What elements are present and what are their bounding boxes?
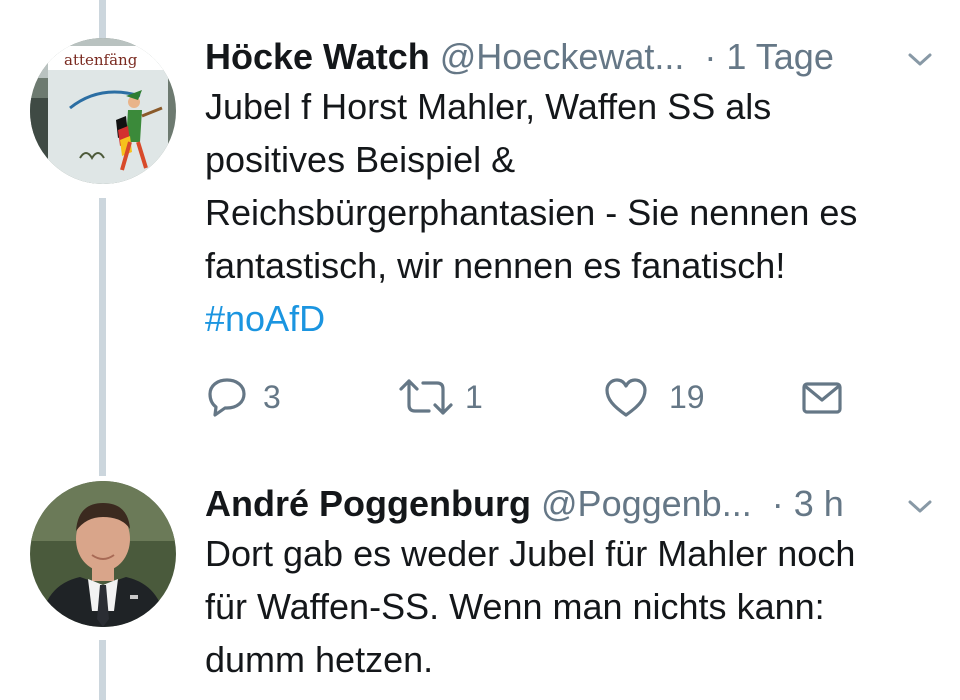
tweet-text: Dort gab es weder Jubel für Mahler noch … (205, 527, 945, 686)
user-handle[interactable]: @Hoeckewat... (440, 36, 685, 77)
tweet-text-line: Dort gab es weder Jubel für Mahler noch (205, 533, 856, 574)
hashtag-link[interactable]: #noAfD (205, 298, 325, 339)
tweet-text-line: Jubel f Horst Mahler, Waffen SS als (205, 86, 772, 127)
avatar-portrait-photo-icon (30, 481, 176, 627)
thread-line-bottom (99, 640, 106, 700)
timestamp[interactable]: 3 h (794, 483, 844, 524)
poster-sign-text: attenfäng (64, 51, 138, 69)
chevron-down-icon[interactable] (905, 48, 935, 70)
heart-icon (605, 378, 647, 417)
timestamp[interactable]: 1 Tage (726, 36, 833, 77)
direct-message-button[interactable] (800, 372, 844, 422)
avatar-hoecke-watch[interactable]: attenfäng (30, 38, 176, 184)
display-name[interactable]: André Poggenburg (205, 483, 531, 524)
tweet-header: Höcke Watch @Hoeckewat... · 1 Tage (205, 35, 834, 79)
retweet-icon (399, 379, 453, 415)
reply-button[interactable]: 3 (205, 372, 281, 422)
retweet-button[interactable]: 1 (397, 372, 483, 422)
reply-count: 3 (263, 378, 281, 415)
like-count: 19 (669, 378, 705, 415)
tweet-text-line: für Waffen-SS. Wenn man nichts kann: (205, 586, 825, 627)
tweet-text-line: Reichsbürgerphantasien - Sie nennen es (205, 192, 858, 233)
reply-icon (208, 378, 246, 417)
separator-dot: · (771, 483, 784, 524)
separator-dot: · (704, 36, 717, 77)
chevron-down-icon[interactable] (905, 495, 935, 517)
display-name[interactable]: Höcke Watch (205, 36, 430, 77)
avatar-andre-poggenburg[interactable] (30, 481, 176, 627)
tweet-header: André Poggenburg @Poggenb... · 3 h (205, 482, 844, 526)
tweet-text-line: fantastisch, wir nennen es fanatisch! (205, 245, 786, 286)
tweet-text-line: positives Beispiel & (205, 139, 516, 180)
tweet-text-line: dumm hetzen. (205, 639, 434, 680)
thread-line-middle (99, 198, 106, 476)
avatar-pied-piper-poster-icon: attenfäng (30, 38, 176, 184)
tweet-text: Jubel f Horst Mahler, Waffen SS als posi… (205, 80, 945, 345)
envelope-icon (802, 382, 842, 414)
retweet-count: 1 (465, 378, 483, 415)
thread-line-top (99, 0, 106, 38)
like-button[interactable]: 19 (603, 372, 705, 422)
user-handle[interactable]: @Poggenb... (541, 483, 752, 524)
